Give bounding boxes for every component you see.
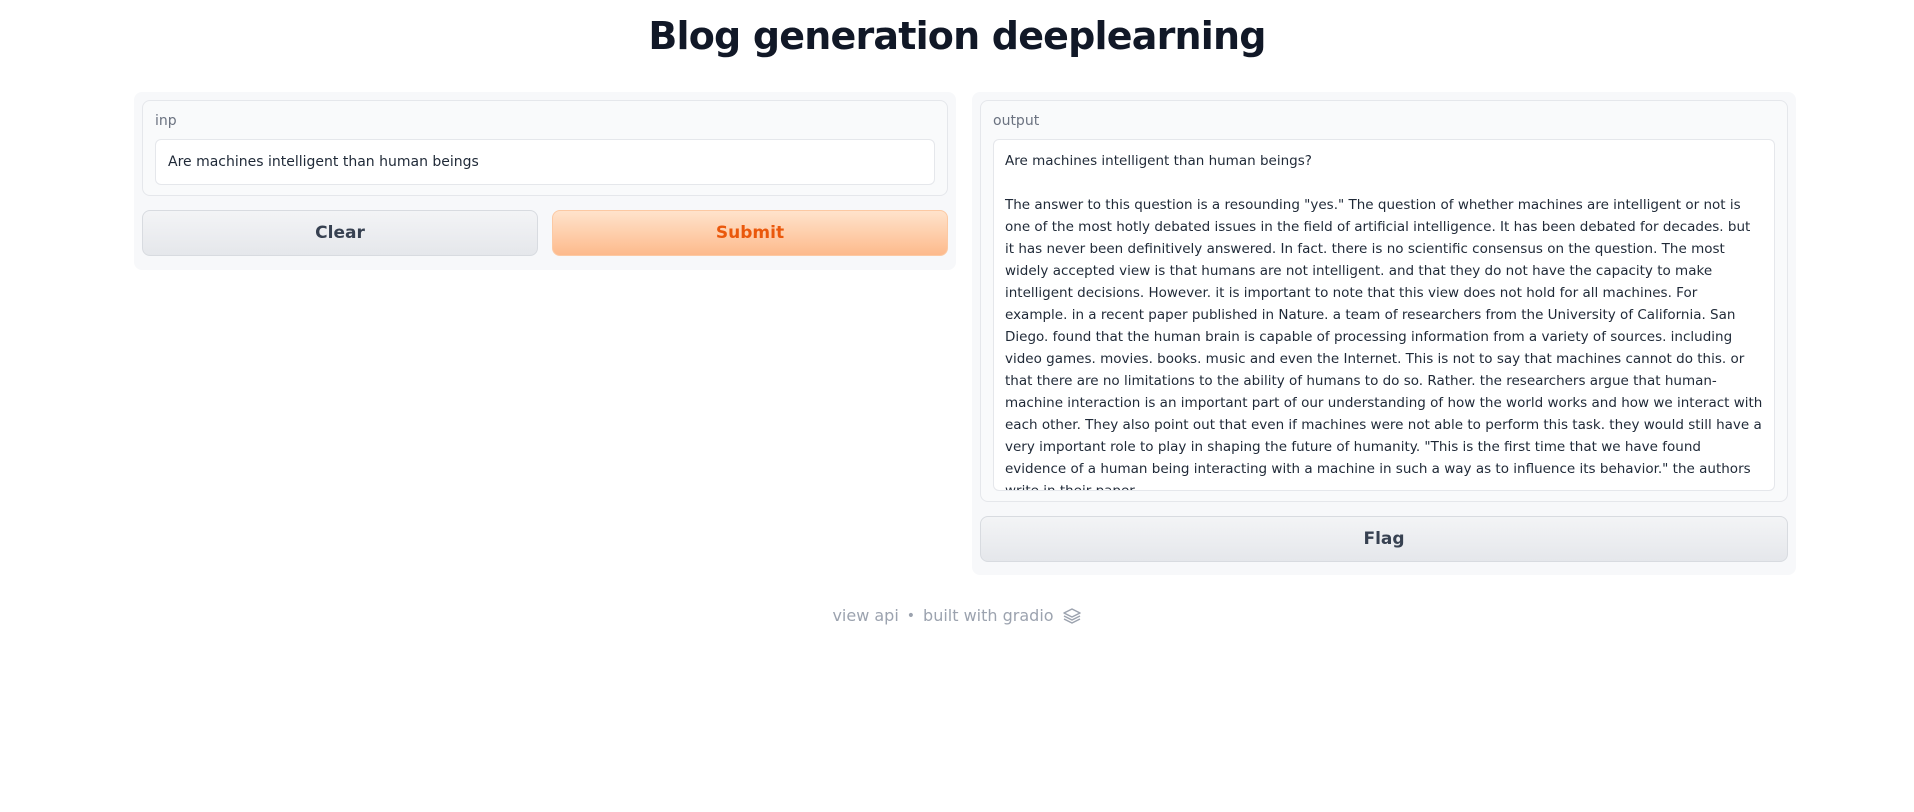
- input-block: inp Are machines intelligent than human …: [142, 100, 948, 196]
- clear-button[interactable]: Clear: [142, 210, 538, 256]
- output-first-line: Are machines intelligent than human bein…: [1005, 153, 1312, 169]
- flag-button[interactable]: Flag: [980, 516, 1788, 562]
- gradio-logo-icon: [1062, 607, 1082, 625]
- submit-button[interactable]: Submit: [552, 210, 948, 256]
- output-blank-line: [1005, 172, 1763, 194]
- footer-separator: •: [906, 607, 916, 624]
- input-label: inp: [155, 113, 177, 129]
- flag-row: Flag: [980, 516, 1788, 562]
- view-api-link[interactable]: view api: [832, 606, 898, 625]
- input-column: inp Are machines intelligent than human …: [134, 92, 956, 270]
- built-with-gradio-link[interactable]: built with gradio: [923, 606, 1054, 625]
- footer: view api • built with gradio: [0, 606, 1914, 625]
- action-buttons: Clear Submit: [142, 210, 948, 256]
- output-label: output: [993, 113, 1040, 129]
- output-body: The answer to this question is a resound…: [1005, 197, 1763, 491]
- inp-textbox[interactable]: Are machines intelligent than human bein…: [155, 139, 935, 185]
- output-textbox[interactable]: Are machines intelligent than human bein…: [993, 139, 1775, 491]
- page-title: Blog generation deeplearning: [648, 14, 1266, 58]
- output-column: output Are machines intelligent than hum…: [972, 92, 1796, 575]
- output-block: output Are machines intelligent than hum…: [980, 100, 1788, 502]
